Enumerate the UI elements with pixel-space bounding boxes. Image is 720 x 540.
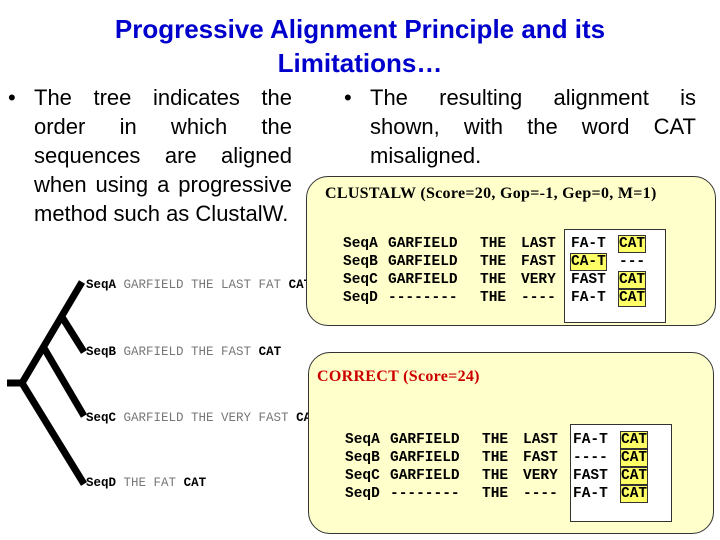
aligned-word: ---- bbox=[523, 486, 558, 502]
aligned-word: CAT bbox=[617, 271, 647, 289]
alignment-row: SeqA GARFIELD THE LAST FA-T CAT bbox=[343, 235, 657, 253]
sequence-name: SeqA bbox=[343, 236, 378, 252]
clustalw-header: CLUSTALW (Score=20, Gop=-1, Gep=0, M=1) bbox=[325, 185, 657, 202]
alignment-row: SeqC GARFIELD THE VERY FAST CAT bbox=[343, 271, 657, 289]
bullet-text: The tree indicates the order in which th… bbox=[34, 85, 292, 226]
bullet-tree-description: • The tree indicates the order in which … bbox=[8, 83, 292, 228]
aligned-word: CAT bbox=[619, 431, 649, 449]
sequence-name: SeqC bbox=[343, 272, 378, 288]
aligned-word: ---- bbox=[573, 450, 608, 466]
aligned-word: THE bbox=[480, 290, 507, 306]
aligned-word: GARFIELD bbox=[388, 236, 458, 252]
aligned-word: VERY bbox=[523, 468, 558, 484]
alignment-row: SeqD -------- THE ---- FA-T CAT bbox=[345, 485, 659, 503]
tree-branch-seqc bbox=[40, 346, 88, 418]
aligned-word: THE bbox=[480, 254, 507, 270]
title-line-1: Progressive Alignment Principle and its bbox=[114, 14, 606, 44]
aligned-word: VERY bbox=[521, 272, 556, 288]
alignment-row: SeqA GARFIELD THE LAST FA-T CAT bbox=[345, 431, 659, 449]
bullet-marker: • bbox=[344, 85, 352, 110]
clustalw-alignment: SeqA GARFIELD THE LAST FA-T CAT SeqB GARFIELD TH… bbox=[343, 235, 657, 307]
bullet-alignment-description: • The resulting alignment is shown, with… bbox=[344, 83, 696, 170]
tree-diagram bbox=[7, 280, 88, 486]
alignment-row: SeqB GARFIELD THE FAST ---- CAT bbox=[345, 449, 659, 467]
aligned-word: LAST bbox=[521, 236, 556, 252]
aligned-word: THE bbox=[482, 432, 509, 448]
aligned-word: CAT bbox=[619, 485, 649, 503]
sequence-name: SeqD bbox=[343, 290, 378, 306]
aligned-word: CAT bbox=[619, 449, 649, 467]
aligned-word: LAST bbox=[523, 432, 558, 448]
aligned-word: -------- bbox=[390, 486, 460, 502]
aligned-word: FAST bbox=[571, 272, 606, 288]
aligned-word: --- bbox=[619, 254, 646, 270]
aligned-word: FA-T bbox=[573, 432, 608, 448]
sequence-name: SeqB bbox=[343, 254, 378, 270]
tree-leaf-seqa: SeqA GARFIELD THE LAST FAT CAT bbox=[86, 278, 312, 292]
alignment-row: SeqD -------- THE ---- FA-T CAT bbox=[343, 289, 657, 307]
alignment-row: SeqC GARFIELD THE VERY FAST CAT bbox=[345, 467, 659, 485]
aligned-word: GARFIELD bbox=[390, 432, 460, 448]
correct-alignment: SeqA GARFIELD THE LAST FA-T CAT SeqB GARFIELD TH… bbox=[345, 431, 659, 503]
aligned-word: FAST bbox=[573, 468, 608, 484]
alignment-row: SeqB GARFIELD THE FAST CA-T --- bbox=[343, 253, 657, 271]
aligned-word: THE bbox=[482, 486, 509, 502]
aligned-word: -------- bbox=[388, 290, 458, 306]
sequence-name: SeqA bbox=[345, 432, 380, 448]
tree-leaf-seqb: SeqB GARFIELD THE FAST CAT bbox=[86, 345, 282, 359]
aligned-word: GARFIELD bbox=[390, 468, 460, 484]
bullet-marker: • bbox=[8, 85, 16, 110]
aligned-word: THE bbox=[480, 236, 507, 252]
title-line-2: Limitations… bbox=[277, 48, 443, 78]
clustalw-alignment-box: CLUSTALW (Score=20, Gop=-1, Gep=0, M=1) … bbox=[306, 176, 716, 326]
aligned-word: GARFIELD bbox=[390, 450, 460, 466]
aligned-word: FAST bbox=[523, 450, 558, 466]
aligned-word: CAT bbox=[619, 467, 649, 485]
correct-alignment-box: CORRECT (Score=24) SeqA GARFIELD THE LAST FA… bbox=[308, 352, 714, 534]
aligned-word: THE bbox=[480, 272, 507, 288]
guide-tree: SeqA GARFIELD THE LAST FAT CAT SeqB GARF… bbox=[0, 260, 319, 500]
aligned-word: FA-T bbox=[573, 486, 608, 502]
sequence-name: SeqB bbox=[345, 450, 380, 466]
correct-header: CORRECT (Score=24) bbox=[317, 368, 480, 385]
tree-branch-seqb bbox=[59, 315, 87, 354]
aligned-word: GARFIELD bbox=[388, 254, 458, 270]
aligned-word: CAT bbox=[617, 235, 647, 253]
aligned-word: FA-T bbox=[571, 290, 606, 306]
aligned-word: THE bbox=[482, 450, 509, 466]
sequence-name: SeqC bbox=[345, 468, 380, 484]
tree-leaf-seqd: SeqD THE FAT CAT bbox=[86, 476, 207, 490]
slide-title: Progressive Alignment Principle and its … bbox=[0, 12, 720, 80]
aligned-word: GARFIELD bbox=[388, 272, 458, 288]
aligned-word: THE bbox=[482, 468, 509, 484]
sequence-name: SeqD bbox=[345, 486, 380, 502]
aligned-word: CA-T bbox=[570, 253, 607, 271]
tree-leaf-seqc: SeqC GARFIELD THE VERY FAST CAT bbox=[86, 411, 319, 425]
aligned-word: FAST bbox=[521, 254, 556, 270]
aligned-word: ---- bbox=[521, 290, 556, 306]
aligned-word: FA-T bbox=[571, 236, 606, 252]
aligned-word: CAT bbox=[617, 289, 647, 307]
bullet-text: The resulting alignment is shown, with t… bbox=[370, 85, 696, 168]
